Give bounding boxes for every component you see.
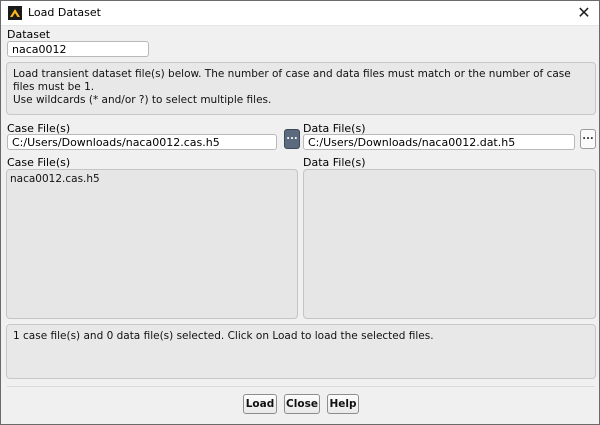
status-panel: 1 case file(s) and 0 data file(s) select… bbox=[6, 324, 596, 379]
divider bbox=[7, 386, 595, 387]
close-window-button[interactable]: ✕ bbox=[575, 3, 593, 23]
close-icon: ✕ bbox=[577, 3, 591, 22]
browse-data-files-button[interactable]: ... bbox=[580, 129, 596, 149]
data-file-list[interactable] bbox=[303, 169, 596, 319]
dataset-label: Dataset bbox=[7, 28, 51, 41]
data-file-list-label: Data File(s) bbox=[303, 156, 366, 169]
case-file-list[interactable]: naca0012.cas.h5 bbox=[6, 169, 298, 319]
case-file-input[interactable]: C:/Users/Downloads/naca0012.cas.h5 bbox=[7, 134, 277, 150]
status-message: 1 case file(s) and 0 data file(s) select… bbox=[13, 330, 434, 342]
data-file-input[interactable]: C:/Users/Downloads/naca0012.dat.h5 bbox=[303, 134, 575, 150]
title-bar[interactable]: Load Dataset ✕ bbox=[1, 1, 599, 26]
close-button[interactable]: Close bbox=[284, 394, 320, 414]
instructions-panel: Load transient dataset file(s) below. Th… bbox=[6, 62, 596, 115]
browse-case-files-button[interactable]: ... bbox=[284, 129, 300, 149]
window-title: Load Dataset bbox=[28, 6, 101, 19]
list-item[interactable]: naca0012.cas.h5 bbox=[10, 173, 294, 185]
load-dataset-dialog: Load Dataset ✕ Dataset naca0012 Load tra… bbox=[0, 0, 600, 425]
app-logo-icon bbox=[8, 6, 22, 20]
load-button[interactable]: Load bbox=[243, 394, 277, 414]
instructions-line-2: Use wildcards (* and/or ?) to select mul… bbox=[13, 94, 272, 106]
dataset-name-input[interactable]: naca0012 bbox=[7, 41, 149, 57]
case-file-list-label: Case File(s) bbox=[7, 156, 71, 169]
help-button[interactable]: Help bbox=[327, 394, 359, 414]
instructions-line-1: Load transient dataset file(s) below. Th… bbox=[13, 68, 571, 93]
